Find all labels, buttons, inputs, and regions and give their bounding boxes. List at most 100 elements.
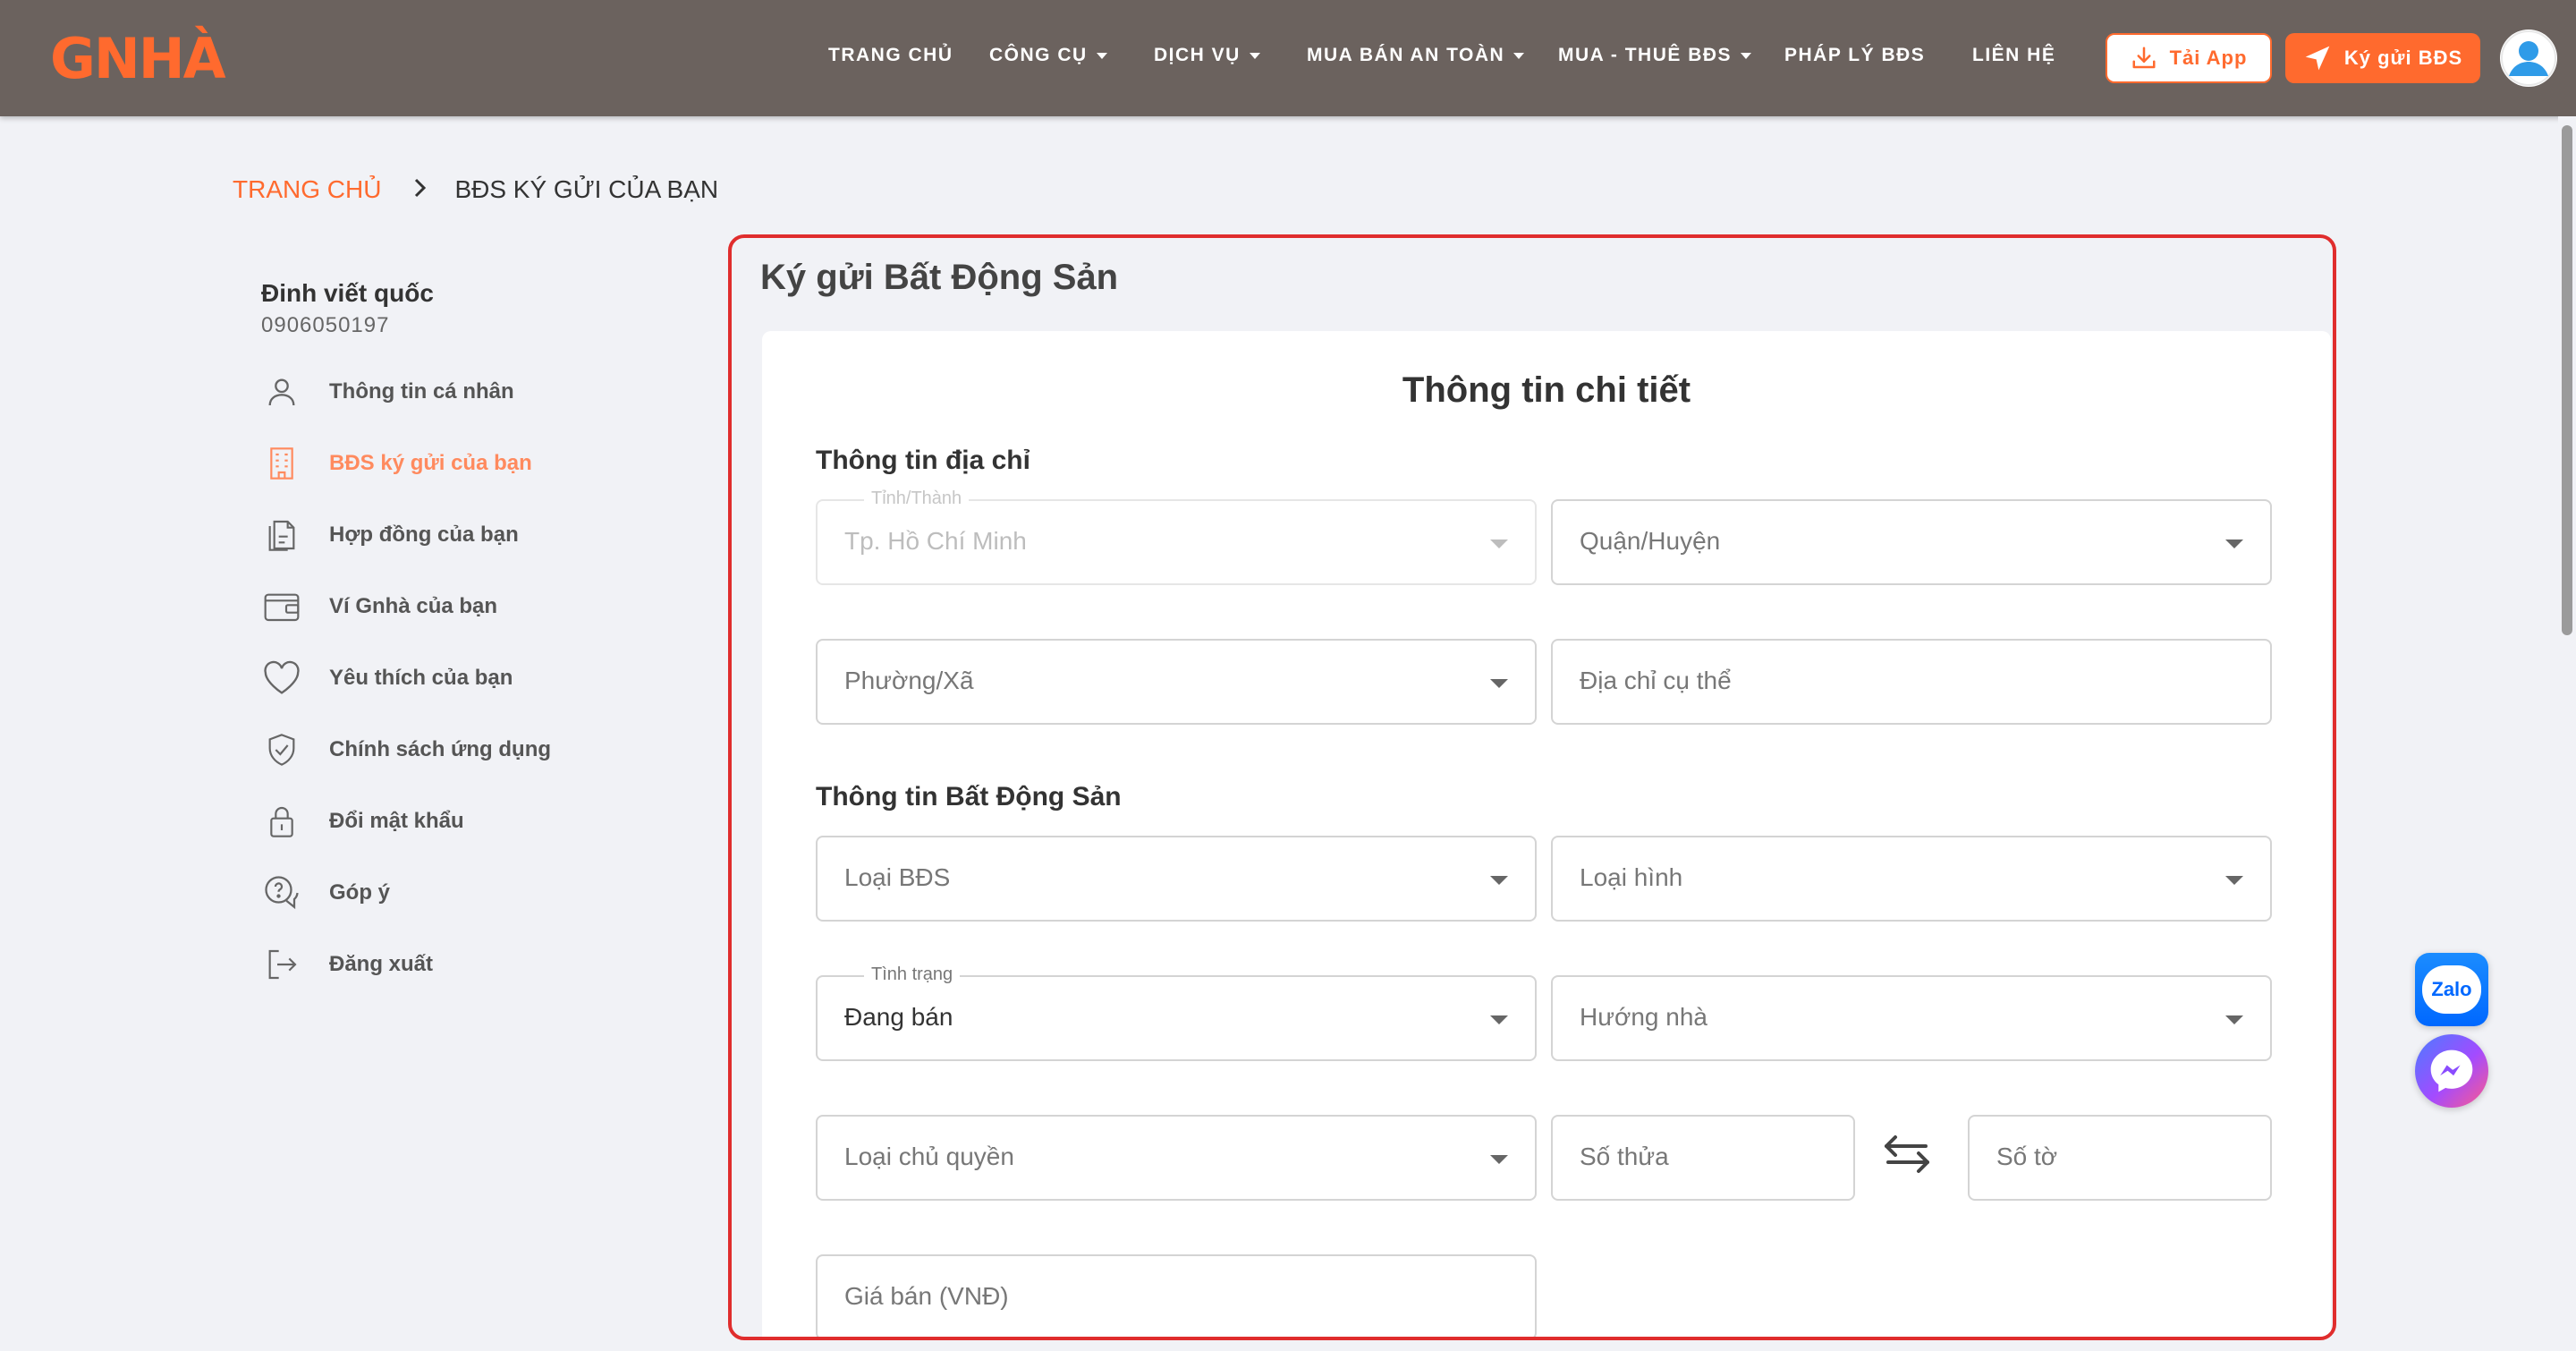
sidebar-item-consigned-property[interactable]: BĐS ký gửi của bạn (259, 428, 689, 499)
nav-label: PHÁP LÝ BĐS (1784, 45, 1926, 65)
sidebar-item-contracts[interactable]: Hợp đồng của bạn (259, 499, 689, 571)
nav-trang-chu[interactable]: TRANG CHỦ (828, 45, 953, 66)
province-value: Tp. Hồ Chí Minh (844, 527, 1027, 555)
send-icon (2305, 46, 2330, 71)
status-label: Tình trạng (864, 964, 961, 985)
ownership-select[interactable]: Loại chủ quyền (816, 1115, 1537, 1201)
user-name: Đinh viết quốc (261, 279, 434, 307)
property-type-select[interactable]: Loại BĐS (816, 836, 1537, 922)
page-scrollbar[interactable] (2558, 116, 2576, 1351)
sidebar-item-label: Chính sách ứng dụng (329, 737, 552, 761)
nav-dich-vu[interactable]: DỊCH VỤ (1154, 45, 1260, 66)
ownership-placeholder: Loại chủ quyền (844, 1143, 1014, 1170)
sidebar-item-label: Góp ý (329, 880, 391, 905)
sidebar-item-logout[interactable]: Đăng xuất (259, 929, 689, 1000)
chevron-down-icon (2225, 876, 2243, 885)
province-label: Tỉnh/Thành (864, 489, 970, 509)
nav-mua-thue-bds[interactable]: MUA - THUÊ BĐS (1558, 45, 1752, 66)
breadcrumb: TRANG CHỦ BĐS KÝ GỬI CỦA BẠN (233, 175, 718, 204)
nav-label: MUA BÁN AN TOÀN (1307, 45, 1505, 65)
detail-form-card: Thông tin chi tiết Thông tin địa chỉ Tỉn… (762, 331, 2331, 1337)
gnha-logo[interactable]: GNHÀ (50, 25, 226, 91)
direction-placeholder: Hướng nhà (1580, 1003, 1707, 1031)
sheet-number-input[interactable]: Số tờ (1968, 1115, 2272, 1201)
form-title: Thông tin chi tiết (1402, 370, 1691, 410)
nav-label: LIÊN HỆ (1972, 45, 2056, 65)
sidebar-item-app-policy[interactable]: Chính sách ứng dụng (259, 714, 689, 786)
address-section-title: Thông tin địa chỉ (816, 446, 1030, 475)
category-placeholder: Loại hình (1580, 863, 1683, 891)
breadcrumb-home[interactable]: TRANG CHỦ (233, 175, 381, 204)
contract-icon (259, 513, 304, 557)
price-input[interactable]: Giá bán (VNĐ) (816, 1254, 1537, 1337)
user-icon (259, 370, 304, 414)
price-placeholder: Giá bán (VNĐ) (844, 1282, 1009, 1310)
sidebar-item-label: Yêu thích của bạn (329, 666, 513, 690)
feedback-icon (259, 871, 304, 915)
nav-phap-ly-bds[interactable]: PHÁP LÝ BĐS (1784, 45, 1925, 66)
logout-icon (259, 942, 304, 987)
ward-placeholder: Phường/Xã (844, 667, 974, 694)
sidebar-item-change-password[interactable]: Đổi mật khẩu (259, 786, 689, 857)
sidebar-item-label: Ví Gnhà của bạn (329, 594, 498, 618)
consign-property-label: Ký gửi BĐS (2343, 47, 2463, 69)
property-type-placeholder: Loại BĐS (844, 863, 951, 891)
nav-label: DỊCH VỤ (1154, 45, 1241, 65)
chevron-right-icon (413, 175, 428, 204)
logo-text: GNHÀ (50, 25, 226, 91)
sidebar-item-favorites[interactable]: Yêu thích của bạn (259, 642, 689, 714)
panel-title: Ký gửi Bất Động Sản (760, 258, 1119, 297)
chevron-down-icon (2225, 540, 2243, 548)
sidebar-item-feedback[interactable]: Góp ý (259, 857, 689, 929)
nav-cong-cu[interactable]: CÔNG CỤ (989, 45, 1107, 66)
consign-property-button[interactable]: Ký gửi BĐS (2285, 33, 2480, 83)
scrollbar-thumb[interactable] (2562, 125, 2572, 635)
building-icon (259, 441, 304, 486)
swap-icon[interactable] (1882, 1129, 1932, 1179)
address-input[interactable]: Địa chỉ cụ thể (1551, 639, 2272, 725)
zalo-chat-button[interactable]: Zalo (2415, 953, 2488, 1026)
download-app-label: Tải App (2169, 47, 2248, 69)
address-placeholder: Địa chỉ cụ thể (1580, 667, 1732, 694)
category-select[interactable]: Loại hình (1551, 836, 2272, 922)
sheet-number-placeholder: Số tờ (1996, 1143, 2058, 1170)
parcel-number-placeholder: Số thửa (1580, 1143, 1669, 1170)
chevron-down-icon (1490, 876, 1508, 885)
zalo-label: Zalo (2431, 978, 2472, 1000)
ward-select[interactable]: Phường/Xã (816, 639, 1537, 725)
chevron-down-icon (1490, 1155, 1508, 1164)
direction-select[interactable]: Hướng nhà (1551, 975, 2272, 1061)
top-header: GNHÀ TRANG CHỦ CÔNG CỤ DỊCH VỤ MUA BÁN A… (0, 0, 2576, 116)
chevron-down-icon (1490, 679, 1508, 688)
sidebar-item-wallet[interactable]: Ví Gnhà của bạn (259, 571, 689, 642)
messenger-chat-button[interactable] (2415, 1034, 2488, 1108)
chevron-down-icon (1490, 1015, 1508, 1024)
user-avatar[interactable] (2500, 30, 2557, 87)
sidebar-item-personal-info[interactable]: Thông tin cá nhân (259, 356, 689, 428)
shield-icon (259, 727, 304, 772)
sidebar-item-label: Thông tin cá nhân (329, 379, 514, 404)
status-select[interactable]: Tình trạng Đang bán (816, 964, 1537, 1061)
chevron-down-icon (1741, 52, 1752, 59)
avatar-icon (2501, 30, 2556, 86)
chevron-down-icon (1490, 540, 1508, 548)
nav-label: CÔNG CỤ (989, 45, 1088, 65)
sidebar-item-label: Đăng xuất (329, 952, 434, 976)
account-sidebar: Thông tin cá nhân BĐS ký gửi của bạn Hợp… (259, 356, 689, 1000)
district-select[interactable]: Quận/Huyện (1551, 499, 2272, 585)
property-section-title: Thông tin Bất Động Sản (816, 782, 1122, 811)
chevron-down-icon (1249, 52, 1260, 59)
consign-panel: Ký gửi Bất Động Sản Thông tin chi tiết T… (728, 234, 2336, 1340)
chevron-down-icon (2225, 1015, 2243, 1024)
province-select[interactable]: Tỉnh/Thành Tp. Hồ Chí Minh (816, 489, 1537, 585)
sidebar-item-label: Đổi mật khẩu (329, 809, 464, 833)
wallet-icon (259, 584, 304, 629)
nav-lien-he[interactable]: LIÊN HỆ (1972, 45, 2055, 66)
download-app-button[interactable]: Tải App (2106, 33, 2272, 83)
parcel-number-input[interactable]: Số thửa (1551, 1115, 1855, 1201)
chevron-down-icon (1096, 52, 1107, 59)
nav-mua-ban-an-toan[interactable]: MUA BÁN AN TOÀN (1307, 45, 1525, 66)
nav-label: TRANG CHỦ (828, 45, 953, 65)
sidebar-item-label: BĐS ký gửi của bạn (329, 451, 532, 475)
zalo-icon: Zalo (2422, 965, 2481, 1014)
